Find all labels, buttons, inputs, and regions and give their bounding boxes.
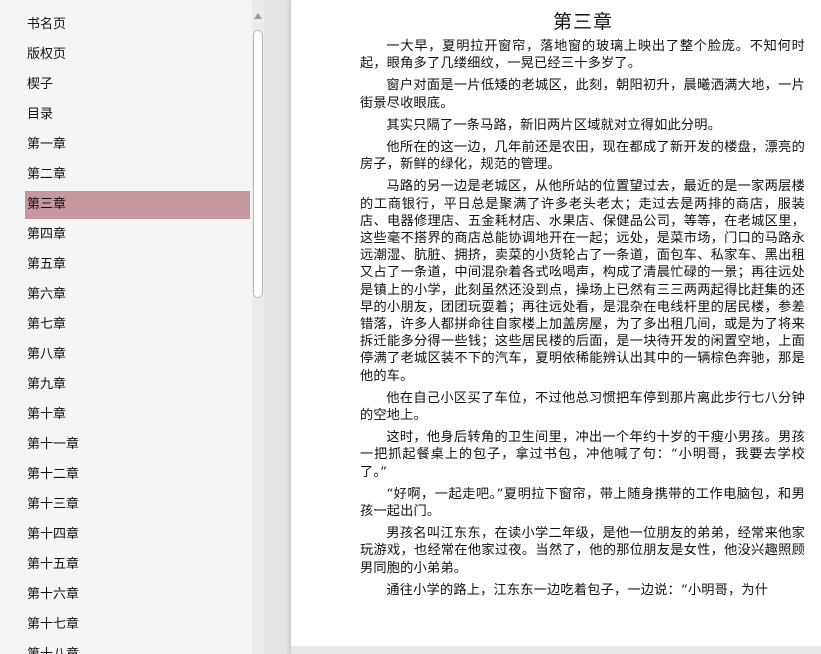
paragraph: 马路的另一边是老城区，从他所站的位置望过去，最近的是一家两层楼的工商银行，平日总… xyxy=(360,179,805,384)
book-page: 第三章 一大早，夏明拉开窗帘，落地窗的玻璃上映出了整个脸庞。不知何时起，眼角多了… xyxy=(291,0,821,654)
paragraph: 通往小学的路上，江东东一边吃着包子，一边说：“小明哥，为什 xyxy=(386,582,769,598)
chapter-title: 第三章 xyxy=(552,11,613,33)
toc-item[interactable]: 第十四章 xyxy=(25,521,250,549)
toc-item[interactable]: 第十五章 xyxy=(25,551,250,579)
paragraph: 这时，他身后转角的卫生间里，冲出一个年约十岁的干瘦小男孩。男孩一把抓起餐桌上的包… xyxy=(360,430,805,480)
scroll-up-arrow-icon[interactable] xyxy=(254,13,262,19)
toc-item[interactable]: 第一章 xyxy=(25,131,250,159)
toc-item[interactable]: 第六章 xyxy=(25,281,250,309)
toc-item[interactable]: 楔子 xyxy=(25,71,250,99)
paragraph: 窗户对面是一片低矮的老城区，此刻，朝阳初升，晨曦洒满大地，一片街景尽收眼底。 xyxy=(360,78,805,111)
toc-item[interactable]: 第十二章 xyxy=(25,461,250,489)
toc-item[interactable]: 目录 xyxy=(25,101,250,129)
toc-item[interactable]: 第十八章 xyxy=(25,641,250,654)
paragraph: 他在自己小区买了车位，不过他总习惯把车停到那片离此步行七八分钟的空地上。 xyxy=(360,390,805,424)
toc-item[interactable]: 第十一章 xyxy=(25,431,250,459)
toc-item[interactable]: 第十章 xyxy=(25,401,250,429)
page-bottom-edge xyxy=(291,646,821,654)
toc-item[interactable]: 第五章 xyxy=(25,251,250,279)
paragraph: 其实只隔了一条马路，新旧两片区域就对立得如此分明。 xyxy=(386,117,722,133)
toc-item[interactable]: 第十六章 xyxy=(25,581,250,609)
toc-item[interactable]: 版权页 xyxy=(25,41,250,69)
toc-item[interactable]: 第九章 xyxy=(25,371,250,399)
paragraph: 他所在的这一边，几年前还是农田，现在都成了新开发的楼盘，漂亮的房子，新鲜的绿化，… xyxy=(360,140,805,173)
toc-item[interactable]: 第八章 xyxy=(25,341,250,369)
toc-item[interactable]: 第十七章 xyxy=(25,611,250,639)
toc-item[interactable]: 书名页 xyxy=(25,11,250,39)
paragraph: “好啊，一起走吧。”夏明拉下窗帘，带上随身携带的工作电脑包，和男孩一起出门。 xyxy=(360,486,805,520)
reader-gutter xyxy=(264,0,291,654)
toc-scrollbar-thumb[interactable] xyxy=(253,30,263,298)
toc-item[interactable]: 第四章 xyxy=(25,221,250,249)
toc-sidebar: 书名页 版权页 楔子 目录 第一章 第二章 第三章 第四章 第五章 第六章 第七章 第八章 第九章 第十章… xyxy=(0,0,252,654)
toc-item[interactable]: 第三章 xyxy=(25,191,250,219)
toc-list: 书名页 版权页 楔子 目录 第一章 第二章 第三章 第四章 第五章 第六章 第七章 第八章 第九章 第十章… xyxy=(0,0,252,654)
toc-item[interactable]: 第二章 xyxy=(25,161,250,189)
chapter-content: 一大早，夏明拉开窗帘，落地窗的玻璃上映出了整个脸庞。不知何时起，眼角多了几缕细纹… xyxy=(360,38,805,604)
paragraph: 一大早，夏明拉开窗帘，落地窗的玻璃上映出了整个脸庞。不知何时起，眼角多了几缕细纹… xyxy=(360,39,805,72)
paragraph: 男孩名叫江东东，在读小学二年级，是他一位朋友的弟弟，经常来他家玩游戏，也经常在他… xyxy=(360,526,805,576)
toc-item[interactable]: 第十三章 xyxy=(25,491,250,519)
toc-item[interactable]: 第七章 xyxy=(25,311,250,339)
